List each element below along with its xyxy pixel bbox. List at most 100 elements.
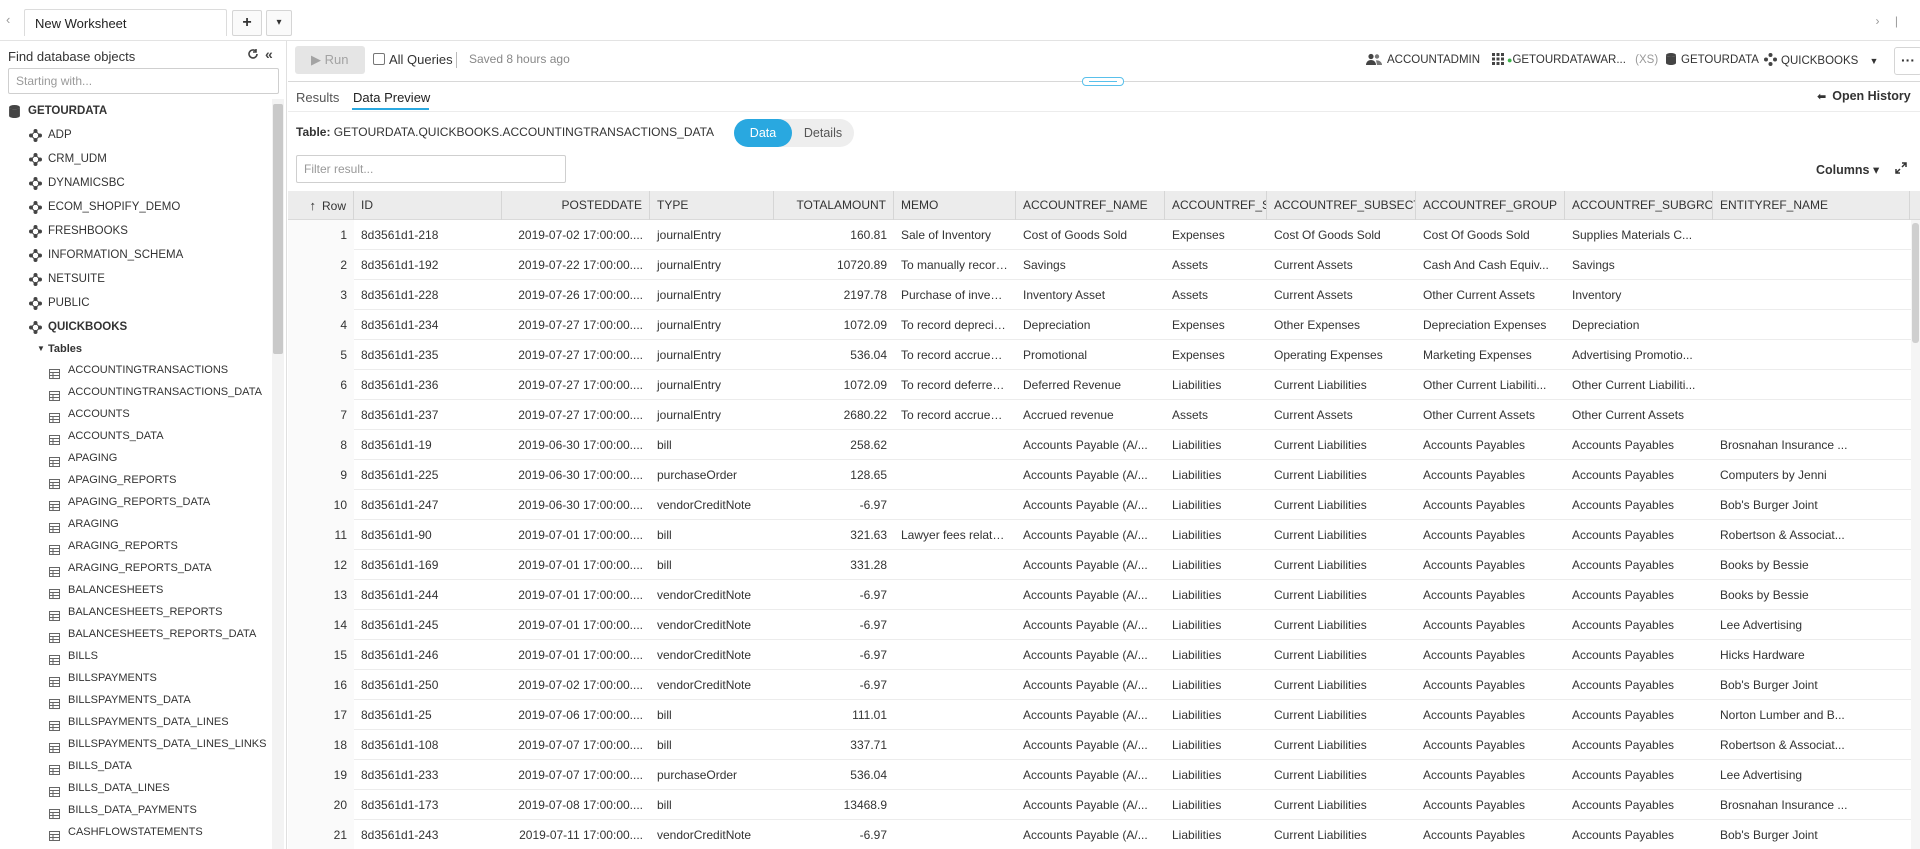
table-cell[interactable]: 331.28 [774,550,894,580]
table-cell[interactable] [894,760,1016,790]
table-cell[interactable]: Depreciation [1016,310,1165,340]
table-cell[interactable]: Supplies Materials C... [1565,220,1713,250]
table-cell[interactable]: 8d3561d1-244 [354,580,502,610]
row-number[interactable]: 13 [288,580,354,610]
table-cell[interactable]: 258.62 [774,430,894,460]
table-cell[interactable]: Liabilities [1165,460,1267,490]
table-cell[interactable]: Cost of Goods Sold [1016,220,1165,250]
table-cell[interactable]: Lawyer fees related t... [894,520,1016,550]
table-cell[interactable]: Accounts Payables [1416,670,1565,700]
table-row[interactable]: 10 8d3561d1-247 2019-06-30 17:00:00.... ven… [288,490,1914,520]
table-cell[interactable]: 2680.22 [774,400,894,430]
row-number[interactable]: 7 [288,400,354,430]
table-cell[interactable]: Accounts Payables [1565,670,1713,700]
table-cell[interactable]: vendorCreditNote [650,640,774,670]
table-cell[interactable]: Advertising Promotio... [1565,340,1713,370]
table-cell[interactable]: 536.04 [774,340,894,370]
table-cell[interactable]: Current Assets [1267,250,1416,280]
tree-schema-item[interactable]: CRM_UDM [0,147,272,171]
table-row[interactable]: 2 8d3561d1-192 2019-07-22 17:00:00.... jour… [288,250,1914,280]
table-cell[interactable]: 2019-07-02 17:00:00.... [502,220,650,250]
table-cell[interactable]: Liabilities [1165,580,1267,610]
table-cell[interactable]: Current Liabilities [1267,550,1416,580]
table-cell[interactable]: To manually record s... [894,250,1016,280]
grid-scrollbar-thumb[interactable] [1912,223,1919,343]
tree-database[interactable]: GETOURDATA [0,99,272,123]
table-row[interactable]: 21 8d3561d1-243 2019-07-11 17:00:00.... ven… [288,820,1914,849]
table-cell[interactable]: 1072.09 [774,310,894,340]
table-cell[interactable]: Brosnahan Insurance ... [1713,790,1910,820]
table-cell[interactable]: Liabilities [1165,520,1267,550]
table-cell[interactable]: journalEntry [650,370,774,400]
table-cell[interactable]: Norton Lumber and B... [1713,700,1910,730]
tree-table-item[interactable]: BILLS [0,645,272,667]
table-cell[interactable]: Accounts Payables [1565,490,1713,520]
table-cell[interactable]: Assets [1165,250,1267,280]
table-row[interactable]: 16 8d3561d1-250 2019-07-02 17:00:00.... ven… [288,670,1914,700]
table-cell[interactable]: 8d3561d1-25 [354,700,502,730]
table-cell[interactable]: 8d3561d1-237 [354,400,502,430]
tree-schema-item[interactable]: ADP [0,123,272,147]
table-cell[interactable]: Savings [1565,250,1713,280]
table-cell[interactable]: Accounts Payables [1416,700,1565,730]
tree-schema-item[interactable]: QUICKBOOKS [0,315,272,339]
table-cell[interactable]: To record depreciatio... [894,310,1016,340]
table-cell[interactable] [894,610,1016,640]
column-header[interactable]: ACCOUNTREF_SUBSECT [1267,191,1416,220]
worksheet-tab[interactable]: New Worksheet [24,9,227,36]
tree-schema-item[interactable]: INFORMATION_SCHEMA [0,243,272,267]
table-cell[interactable]: Marketing Expenses [1416,340,1565,370]
table-cell[interactable]: Lee Advertising [1713,610,1910,640]
tab-scroll-right-icon[interactable]: › | [1876,14,1904,28]
table-cell[interactable]: 8d3561d1-234 [354,310,502,340]
table-cell[interactable]: Assets [1165,280,1267,310]
table-cell[interactable]: To record accrued lia... [894,340,1016,370]
table-cell[interactable]: Depreciation Expenses [1416,310,1565,340]
table-cell[interactable]: Cost Of Goods Sold [1416,220,1565,250]
table-cell[interactable] [1713,280,1910,310]
table-cell[interactable]: Other Current Assets [1565,400,1713,430]
table-cell[interactable]: Current Liabilities [1267,370,1416,400]
tree-table-item[interactable]: BALANCESHEETS_REPORTS [0,601,272,623]
table-cell[interactable]: 2019-07-01 17:00:00.... [502,580,650,610]
column-header[interactable]: MEMO [894,191,1016,220]
table-cell[interactable]: Current Assets [1267,400,1416,430]
table-cell[interactable]: Accounts Payable (A/... [1016,580,1165,610]
table-cell[interactable]: Current Liabilities [1267,700,1416,730]
table-cell[interactable]: Accrued revenue [1016,400,1165,430]
table-row[interactable]: 19 8d3561d1-233 2019-07-07 17:00:00.... pur… [288,760,1914,790]
table-cell[interactable]: To record deferred re... [894,370,1016,400]
table-cell[interactable]: 2019-06-30 17:00:00.... [502,490,650,520]
tree-table-item[interactable]: CASHFLOWSTATEMENTS [0,821,272,843]
table-cell[interactable]: bill [650,700,774,730]
sidebar-scrollbar-thumb[interactable] [273,104,283,354]
table-cell[interactable] [1713,400,1910,430]
table-cell[interactable]: 111.01 [774,700,894,730]
table-cell[interactable]: Bob's Burger Joint [1713,820,1910,849]
table-cell[interactable]: Current Liabilities [1267,430,1416,460]
toggle-data-button[interactable]: Data [734,119,792,147]
table-cell[interactable]: Lee Advertising [1713,760,1910,790]
table-cell[interactable]: Current Liabilities [1267,640,1416,670]
table-cell[interactable] [894,700,1016,730]
table-cell[interactable]: 2019-07-08 17:00:00.... [502,790,650,820]
table-cell[interactable]: vendorCreditNote [650,610,774,640]
table-row[interactable]: 3 8d3561d1-228 2019-07-26 17:00:00.... jour… [288,280,1914,310]
table-cell[interactable]: vendorCreditNote [650,670,774,700]
row-number[interactable]: 20 [288,790,354,820]
table-cell[interactable]: Accounts Payables [1565,550,1713,580]
table-cell[interactable]: Other Current Assets [1416,280,1565,310]
table-cell[interactable]: Expenses [1165,310,1267,340]
row-number[interactable]: 11 [288,520,354,550]
tree-table-item[interactable]: ARAGING [0,513,272,535]
table-cell[interactable]: Current Liabilities [1267,610,1416,640]
table-cell[interactable]: Accounts Payable (A/... [1016,700,1165,730]
table-cell[interactable]: 536.04 [774,760,894,790]
table-cell[interactable]: Liabilities [1165,490,1267,520]
collapse-icon[interactable]: « [265,46,273,62]
tree-table-item[interactable]: BILLS_DATA_LINES [0,777,272,799]
row-number[interactable]: 16 [288,670,354,700]
table-cell[interactable] [894,790,1016,820]
tree-schema-item[interactable]: NETSUITE [0,267,272,291]
table-cell[interactable]: 8d3561d1-228 [354,280,502,310]
